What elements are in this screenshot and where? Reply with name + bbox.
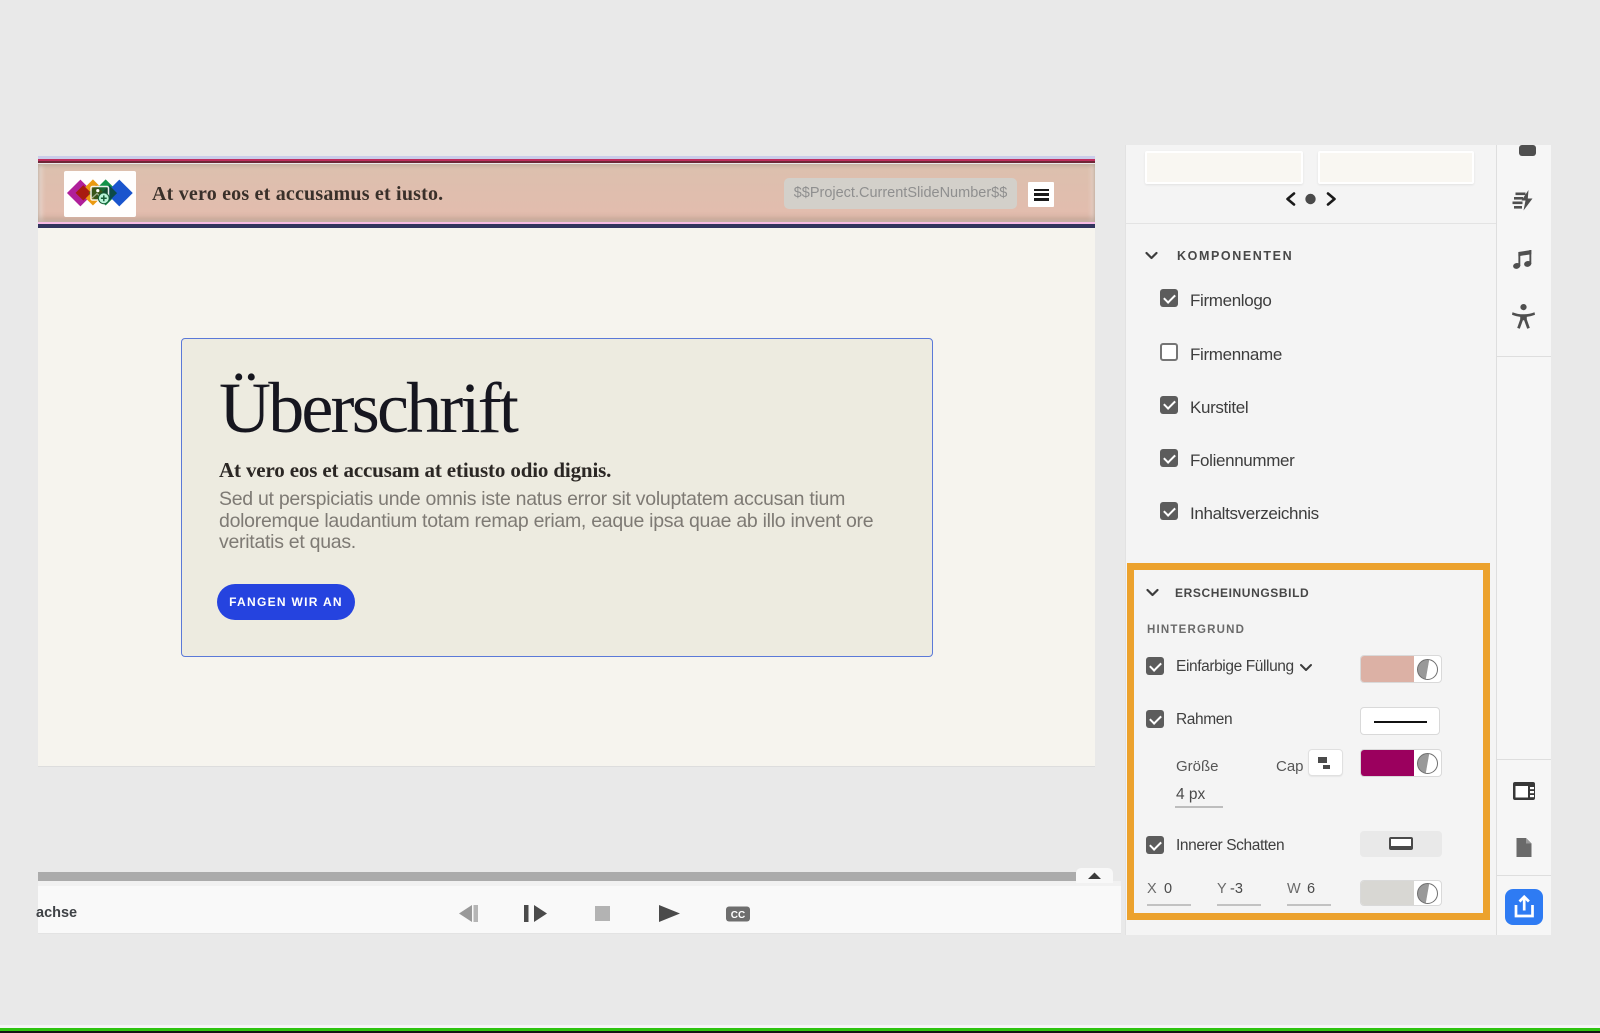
svg-text:CC: CC xyxy=(731,910,745,921)
